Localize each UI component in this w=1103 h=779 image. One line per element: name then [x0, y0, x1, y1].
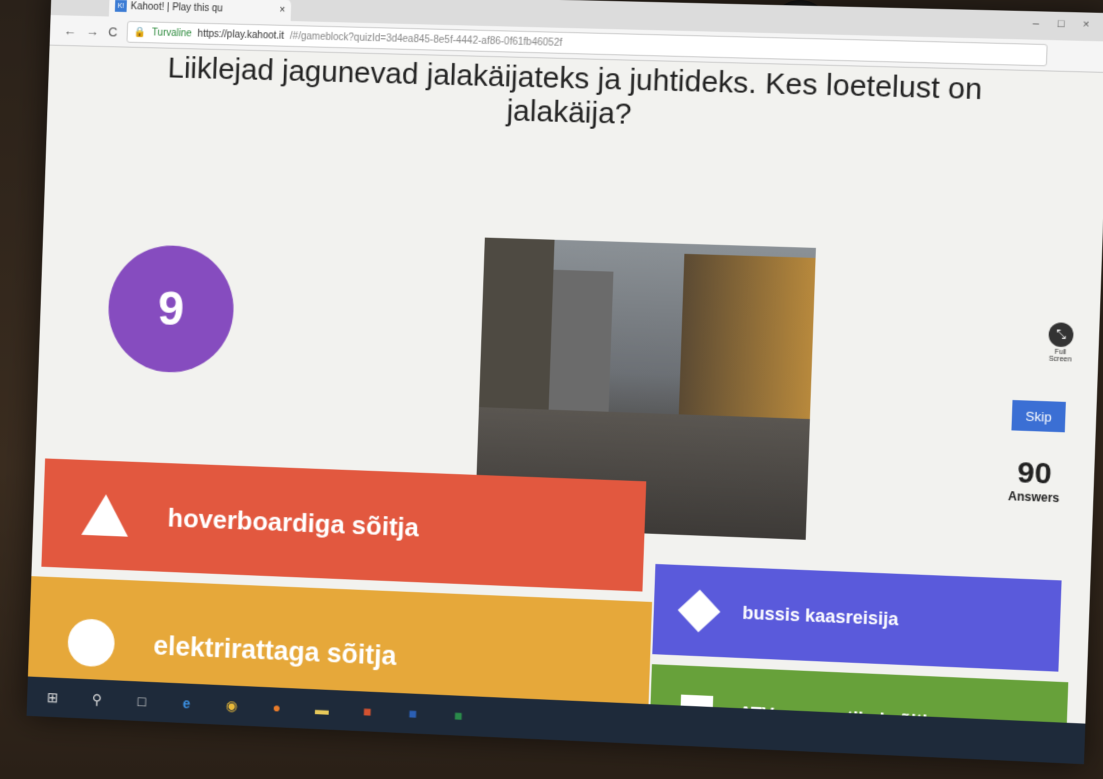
answer-option-diamond[interactable]: bussis kaasreisija: [652, 564, 1061, 672]
answer-text: hoverboardiga sõitja: [167, 502, 419, 543]
answer-text: elektrirattaga sõitja: [153, 630, 397, 671]
circle-icon: [67, 618, 115, 667]
search-icon[interactable]: ⚲: [87, 689, 107, 710]
reload-button[interactable]: C: [108, 24, 118, 39]
answer-option-triangle[interactable]: hoverboardiga sõitja: [41, 458, 646, 591]
url-host: https://play.kahoot.it: [197, 28, 284, 41]
powerpoint-icon[interactable]: ■: [357, 701, 377, 722]
diamond-icon: [678, 590, 721, 633]
skip-button[interactable]: Skip: [1011, 400, 1065, 432]
lock-icon: 🔒: [134, 27, 147, 38]
windows-start-icon[interactable]: ⊞: [42, 687, 62, 708]
forward-button[interactable]: →: [86, 23, 99, 38]
image-building: [678, 254, 815, 429]
answers-count: 90: [1003, 456, 1066, 491]
fullscreen-label: Full Screen: [1049, 349, 1072, 364]
fullscreen-icon: ⤡: [1048, 322, 1074, 347]
edge-icon[interactable]: e: [177, 693, 197, 714]
url-path: /#/gameblock?quizId=3d4ea845-8e5f-4442-a…: [290, 30, 563, 48]
tab-title: Kahoot! | Play this qu: [130, 1, 222, 14]
word-icon[interactable]: ■: [402, 703, 422, 724]
kahoot-favicon-icon: K!: [115, 0, 127, 12]
back-button[interactable]: ←: [63, 23, 76, 38]
tab-close-icon[interactable]: ×: [279, 4, 285, 15]
answer-text: bussis kaasreisija: [742, 602, 899, 630]
triangle-icon: [81, 493, 129, 536]
fullscreen-button[interactable]: ⤡ Full Screen: [1045, 322, 1077, 364]
file-explorer-icon[interactable]: ▬: [312, 699, 332, 720]
firefox-icon[interactable]: ●: [267, 697, 287, 718]
answers-counter: 90 Answers: [1003, 456, 1066, 505]
chrome-icon[interactable]: ◉: [221, 695, 241, 716]
window-controls: – □ ×: [1033, 17, 1090, 31]
image-building: [548, 270, 613, 422]
close-window-button[interactable]: ×: [1083, 19, 1090, 31]
minimize-button[interactable]: –: [1033, 17, 1040, 29]
answers-label: Answers: [1003, 489, 1065, 506]
projection-screen: K! Kahoot! | Play this qu × – □ × ← → C …: [27, 0, 1103, 764]
maximize-button[interactable]: □: [1057, 18, 1064, 30]
countdown-timer: 9: [106, 244, 235, 375]
task-view-icon[interactable]: □: [132, 691, 152, 712]
secure-label: Turvaline: [152, 27, 192, 39]
excel-icon[interactable]: ■: [448, 705, 469, 726]
image-building: [479, 238, 555, 420]
